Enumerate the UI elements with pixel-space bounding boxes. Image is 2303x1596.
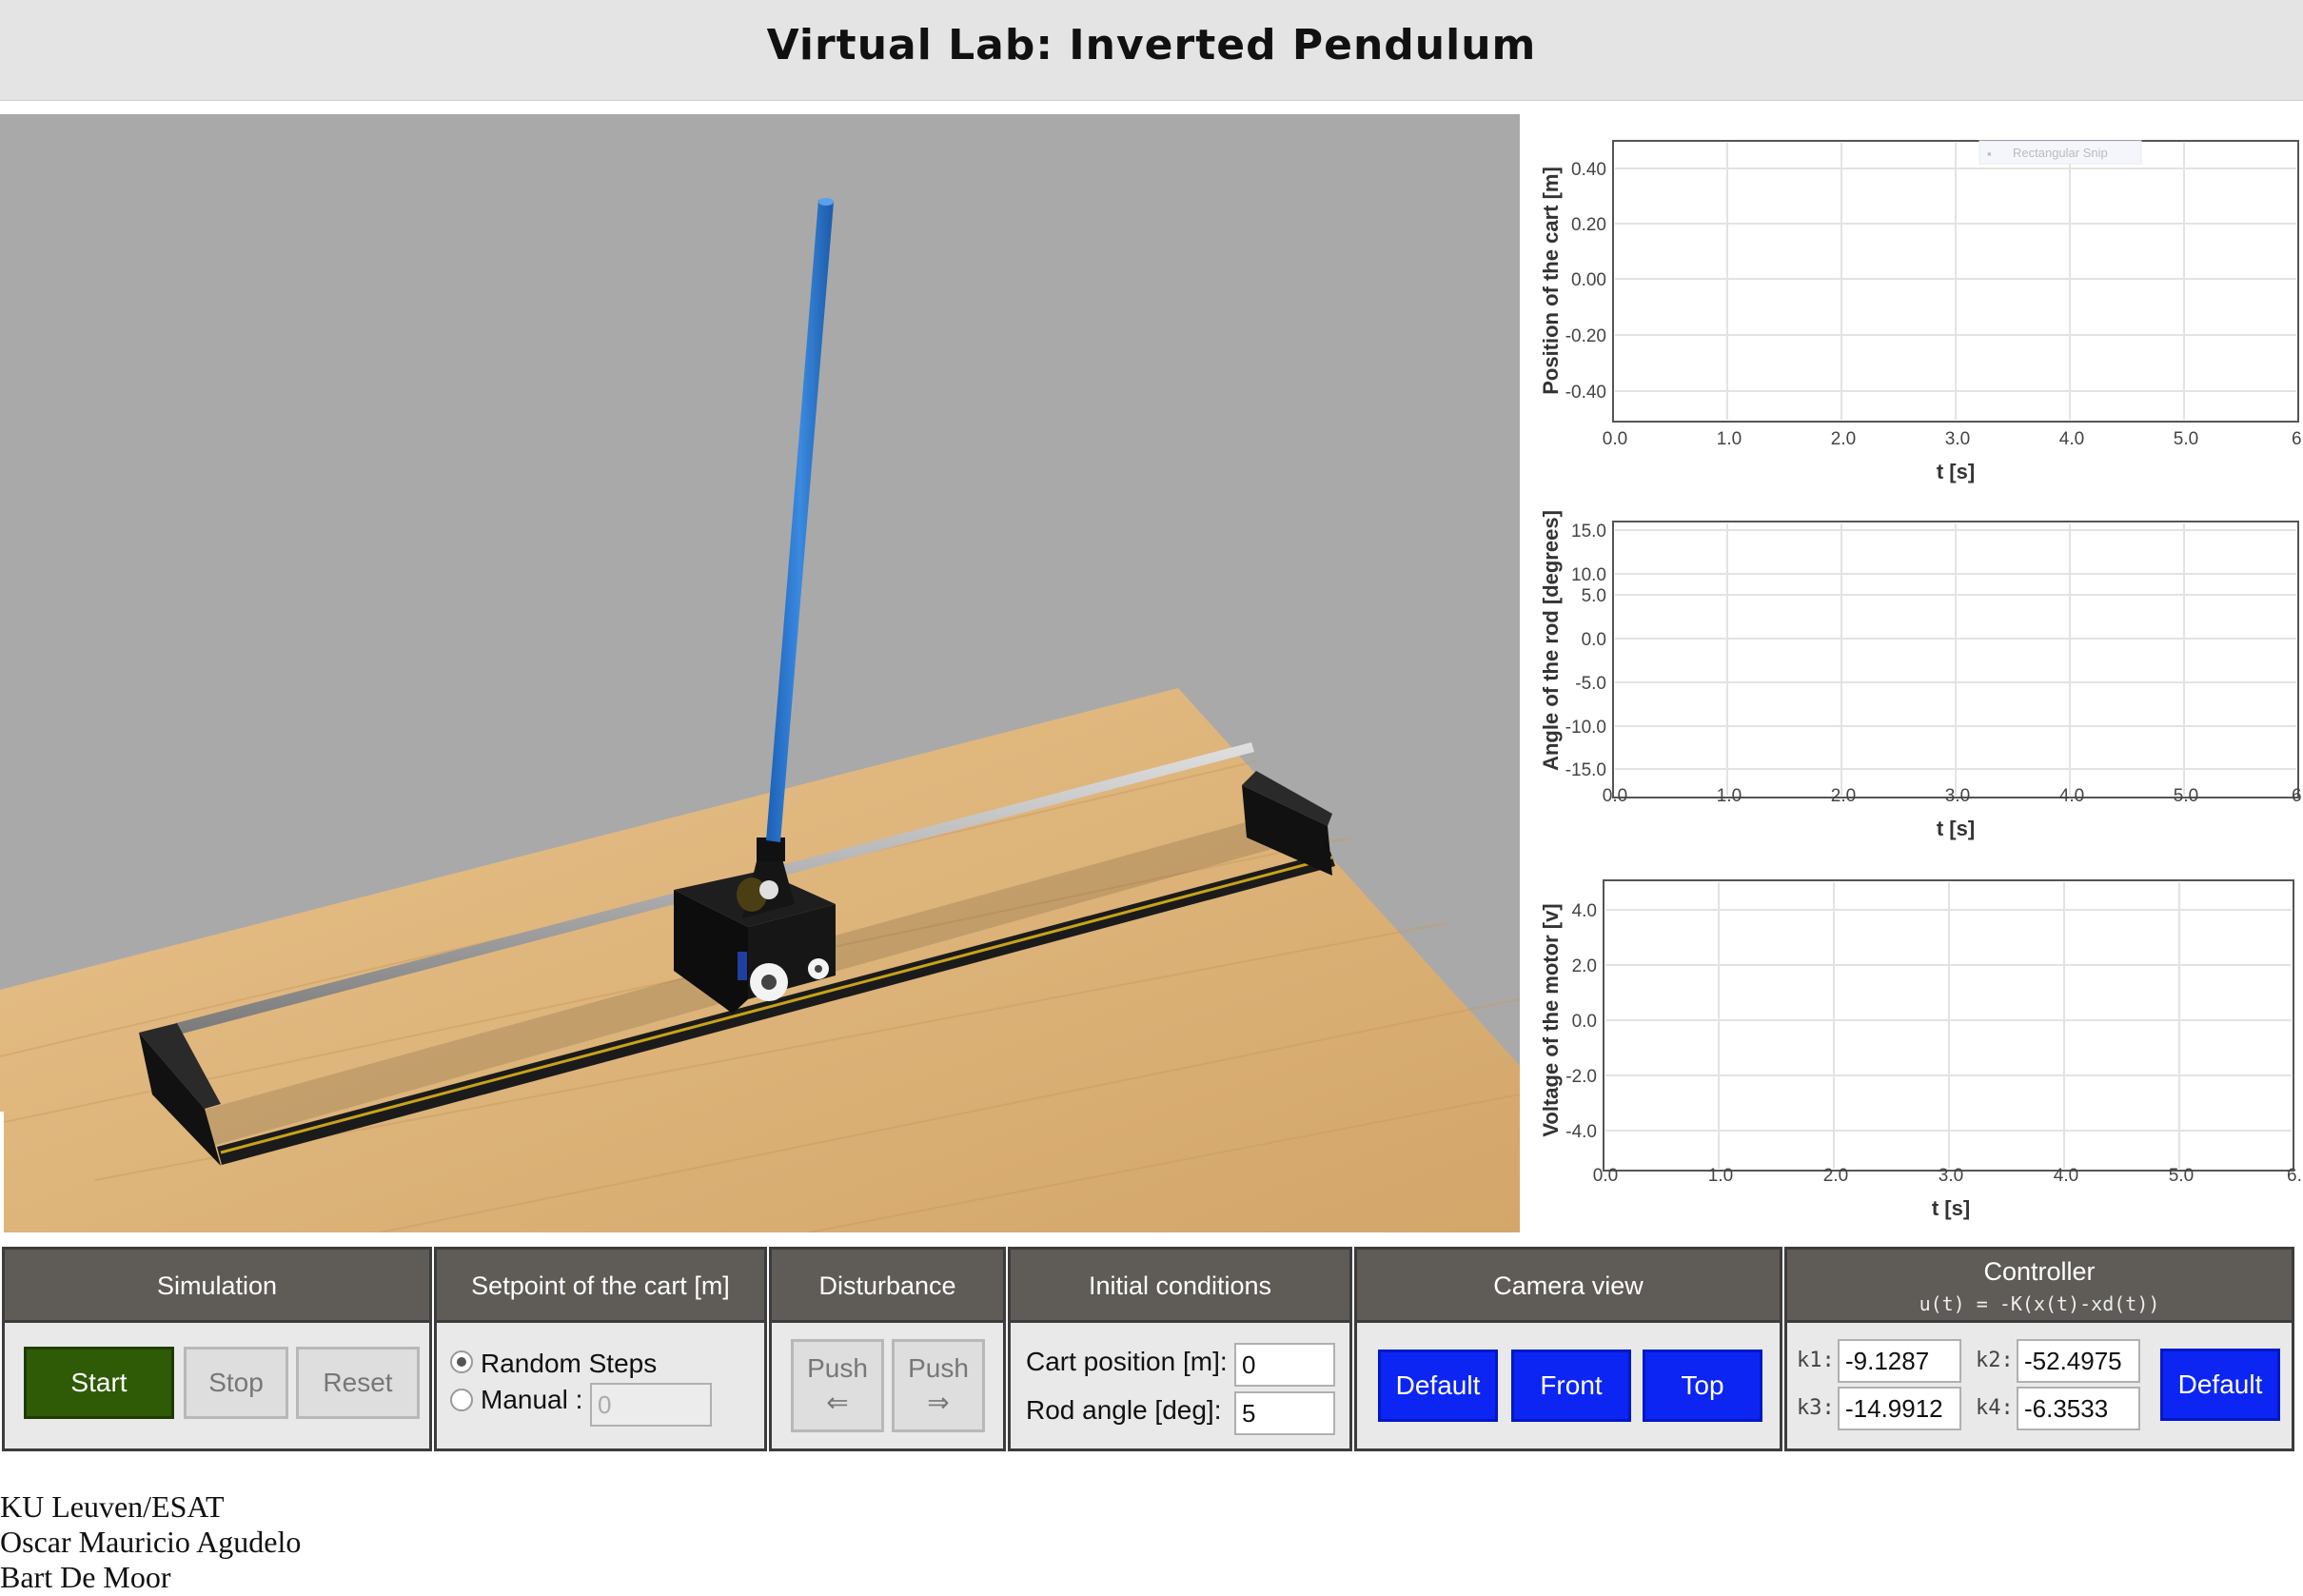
rod-angle-label: Rod angle [deg]: xyxy=(1026,1395,1222,1425)
ytick: 10.0 xyxy=(1571,565,1606,585)
ytick: 15.0 xyxy=(1571,522,1606,542)
pendulum-3d-view[interactable] xyxy=(0,114,1520,1232)
svg-text:▪: ▪ xyxy=(1987,147,1992,161)
random-steps-radio[interactable] xyxy=(450,1350,473,1373)
k2-input[interactable]: -52.4975 xyxy=(2017,1339,2140,1383)
x-axis-label: t [s] xyxy=(1937,460,1975,483)
ytick: -4.0 xyxy=(1565,1122,1597,1142)
xtick: 4.0 xyxy=(2059,429,2084,449)
rod-angle-input[interactable]: 5 xyxy=(1234,1391,1335,1435)
xtick: 4.0 xyxy=(2059,786,2084,806)
y-axis-label: Position of the cart [m] xyxy=(1539,167,1563,395)
xtick: 3.0 xyxy=(1945,786,1970,806)
manual-radio[interactable] xyxy=(450,1389,473,1411)
ytick: -10.0 xyxy=(1565,718,1606,738)
panel-title: Simulation xyxy=(156,1271,278,1300)
y-axis-label: Angle of the rod [degrees] xyxy=(1539,510,1563,771)
ytick: -2.0 xyxy=(1565,1067,1597,1087)
xtick: 6. xyxy=(2287,1166,2302,1186)
panel-title: Camera view xyxy=(1493,1271,1644,1300)
xtick: 5.0 xyxy=(2174,429,2198,449)
setpoint-panel: Setpoint of the cart [m] Random Steps Ma… xyxy=(434,1247,767,1451)
controller-default-button[interactable]: Default xyxy=(2160,1349,2280,1421)
pendulum-rod xyxy=(766,200,834,842)
xtick: 5.0 xyxy=(2169,1166,2194,1186)
xtick: 4.0 xyxy=(2054,1166,2078,1186)
ytick: -15.0 xyxy=(1565,760,1606,780)
k3-label: k3: xyxy=(1797,1396,1835,1420)
panel-title: Setpoint of the cart [m] xyxy=(471,1271,730,1300)
ytick: 0.40 xyxy=(1571,160,1606,180)
initial-conditions-panel: Initial conditions Cart position [m]: 0 … xyxy=(1008,1247,1352,1451)
x-axis-label: t [s] xyxy=(1932,1196,1970,1220)
random-steps-label: Random Steps xyxy=(481,1349,658,1378)
start-button[interactable]: Start xyxy=(24,1347,174,1419)
xtick: 0.0 xyxy=(1593,1166,1618,1186)
cart-position-label: Cart position [m]: xyxy=(1026,1347,1228,1376)
cart-position-input[interactable]: 0 xyxy=(1234,1343,1335,1387)
disturbance-panel: Disturbance Push ⇐ Push ⇒ xyxy=(769,1247,1006,1451)
x-axis-label: t [s] xyxy=(1937,817,1975,840)
k1-label: k1: xyxy=(1797,1349,1835,1372)
panel-title: Controller xyxy=(1983,1257,2096,1286)
right-arrow-icon: ⇒ xyxy=(927,1388,950,1417)
k4-input[interactable]: -6.3533 xyxy=(2017,1387,2140,1430)
ytick: 2.0 xyxy=(1572,956,1597,976)
xtick: 1.0 xyxy=(1717,786,1742,806)
xtick: 1.0 xyxy=(1717,429,1742,449)
push-right-button[interactable]: Push ⇒ xyxy=(892,1339,985,1432)
reset-button[interactable]: Reset xyxy=(296,1347,420,1419)
ytick: 0.0 xyxy=(1582,630,1606,650)
ytick: 0.00 xyxy=(1571,270,1606,290)
motor-voltage-plot[interactable]: 4.0 2.0 0.0 -2.0 -4.0 0.0 1.0 2.0 3.0 4.… xyxy=(1532,866,2303,1220)
footer-author: Oscar Mauricio Agudelo xyxy=(0,1525,302,1559)
xtick: 3.0 xyxy=(1939,1166,1963,1186)
xtick: 0.0 xyxy=(1603,786,1627,806)
xtick: 2.0 xyxy=(1831,786,1856,806)
left-arrow-icon: ⇐ xyxy=(826,1388,849,1417)
panel-title: Initial conditions xyxy=(1088,1271,1272,1300)
ytick: -0.20 xyxy=(1565,326,1606,346)
ytick: -5.0 xyxy=(1575,674,1606,694)
manual-label: Manual : xyxy=(481,1385,583,1414)
header-bar: Virtual Lab: Inverted Pendulum xyxy=(0,0,2303,101)
camera-top-button[interactable]: Top xyxy=(1643,1350,1762,1422)
controller-panel: Controller u(t) = -K(x(t)-xd(t)) k1: -9.… xyxy=(1784,1247,2294,1451)
footer-author: Bart De Moor xyxy=(0,1560,171,1594)
xtick: 5.0 xyxy=(2174,786,2198,806)
ytick: -0.40 xyxy=(1565,383,1606,403)
ytick: 0.0 xyxy=(1572,1012,1597,1032)
k4-label: k4: xyxy=(1976,1396,2014,1420)
manual-setpoint-input[interactable]: 0 xyxy=(590,1383,712,1427)
ytick: 4.0 xyxy=(1572,901,1597,921)
xtick: 2.0 xyxy=(1823,1166,1848,1186)
camera-front-button[interactable]: Front xyxy=(1511,1350,1631,1422)
xtick: 6. xyxy=(2292,429,2303,449)
camera-view-panel: Camera view Default Front Top xyxy=(1354,1247,1782,1451)
control-law-formula: u(t) = -K(x(t)-xd(t)) xyxy=(1919,1292,2160,1315)
stop-button[interactable]: Stop xyxy=(184,1347,288,1419)
xtick: 1.0 xyxy=(1708,1166,1733,1186)
xtick: 6. xyxy=(2292,786,2303,806)
xtick: 0.0 xyxy=(1603,429,1627,449)
panel-title: Disturbance xyxy=(818,1271,956,1300)
y-axis-label: Voltage of the motor [v] xyxy=(1539,903,1563,1136)
k1-input[interactable]: -9.1287 xyxy=(1838,1339,1961,1383)
ytick: 0.20 xyxy=(1571,215,1606,235)
push-left-button[interactable]: Push ⇐ xyxy=(791,1339,884,1432)
simulation-panel: Simulation Start Stop Reset xyxy=(2,1247,432,1451)
k3-input[interactable]: -14.9912 xyxy=(1838,1387,1961,1430)
push-label: Push xyxy=(807,1353,868,1383)
page-title: Virtual Lab: Inverted Pendulum xyxy=(766,21,1537,69)
snip-overlay-label: Rectangular Snip xyxy=(2013,146,2108,160)
xtick: 3.0 xyxy=(1945,429,1970,449)
rod-angle-plot[interactable]: 15.0 10.0 5.0 0.0 -5.0 -10.0 -15.0 0.0 1… xyxy=(1532,500,2303,852)
footer-institution: KU Leuven/ESAT xyxy=(0,1489,225,1524)
xtick: 2.0 xyxy=(1831,429,1856,449)
k2-label: k2: xyxy=(1976,1349,2014,1372)
ytick: 5.0 xyxy=(1582,586,1606,606)
push-label: Push xyxy=(908,1353,969,1383)
cart-position-plot[interactable]: ▪ Rectangular Snip 0.40 0.20 0.00 -0.20 … xyxy=(1532,124,2303,483)
camera-default-button[interactable]: Default xyxy=(1378,1350,1498,1422)
